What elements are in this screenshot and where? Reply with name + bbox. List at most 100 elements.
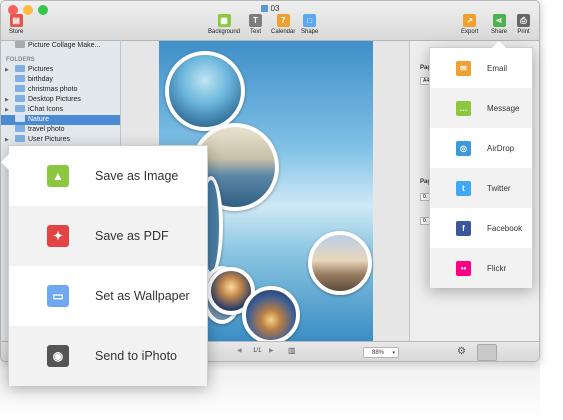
email-icon: ✉ bbox=[456, 60, 471, 76]
airdrop-icon: ◎ bbox=[456, 140, 471, 156]
stage: 03 ▤ Store ▦ Background T Text 7 Calenda… bbox=[0, 0, 563, 420]
folder-icon bbox=[15, 65, 25, 72]
sidebar-item-travel-photo[interactable]: travel photo bbox=[1, 125, 120, 135]
store-icon: ▤ bbox=[9, 14, 23, 27]
calendar-button[interactable]: 7 Calendar bbox=[271, 14, 295, 35]
text-icon: T bbox=[249, 14, 262, 27]
sidebar-item-ichat-icons[interactable]: ▶ iChat Icons bbox=[1, 105, 120, 115]
folders-header: FOLDERS bbox=[6, 57, 35, 63]
export-label: Export bbox=[461, 29, 479, 35]
folder-icon bbox=[15, 115, 25, 122]
share-button[interactable]: ⋖ Share bbox=[491, 14, 507, 35]
sidebar-item-label: christmas photo bbox=[28, 86, 78, 93]
sidebar-item-birthday[interactable]: birthday bbox=[1, 75, 120, 85]
save-menu: ▲ Save as Image ✦ Save as PDF ▭ Set as W… bbox=[1, 145, 208, 386]
sidebar-item-label: travel photo bbox=[28, 126, 65, 133]
save-as-image-label: Save as Image bbox=[95, 169, 179, 183]
sidebar-item-label: Pictures bbox=[28, 66, 54, 73]
sidebar-item-label: Picture Collage Make... bbox=[28, 42, 101, 49]
background-label: Background bbox=[208, 29, 241, 35]
list-view-button[interactable] bbox=[477, 344, 497, 361]
message-icon: … bbox=[456, 100, 471, 116]
share-airdrop-label: AirDrop bbox=[487, 143, 515, 153]
save-as-image-item[interactable]: ▲ Save as Image bbox=[9, 146, 207, 206]
pdf-icon: ✦ bbox=[47, 225, 69, 247]
share-email-label: Email bbox=[487, 63, 508, 73]
folder-icon bbox=[15, 85, 25, 92]
share-message-label: Message bbox=[487, 103, 520, 113]
share-twitter-label: Twitter bbox=[487, 183, 511, 193]
share-label: Share bbox=[491, 29, 508, 35]
disclosure-triangle-icon[interactable]: ▶ bbox=[5, 95, 9, 105]
share-email-item[interactable]: ✉ Email bbox=[430, 48, 532, 88]
export-button[interactable]: ↗ Export bbox=[461, 14, 478, 35]
zoom-value: 88% bbox=[372, 350, 385, 356]
share-twitter-item[interactable]: t Twitter bbox=[430, 168, 532, 208]
twitter-icon: t bbox=[456, 180, 471, 196]
shape-button[interactable]: □ Shape bbox=[301, 14, 318, 35]
flickr-icon: •• bbox=[456, 260, 471, 276]
photo-circle-lake[interactable] bbox=[165, 51, 245, 131]
share-flickr-label: Flickr bbox=[487, 263, 507, 273]
send-to-iphoto-item[interactable]: ◉ Send to iPhoto bbox=[9, 326, 207, 386]
sidebar-item-nature[interactable]: Nature bbox=[1, 115, 120, 125]
save-as-pdf-item[interactable]: ✦ Save as PDF bbox=[9, 206, 207, 266]
text-label: Text bbox=[249, 29, 261, 35]
save-as-pdf-label: Save as PDF bbox=[95, 229, 169, 243]
set-as-wallpaper-item[interactable]: ▭ Set as Wallpaper bbox=[9, 266, 207, 326]
window-title: 03 bbox=[1, 4, 539, 13]
export-icon: ↗ bbox=[463, 14, 477, 27]
photo-circle-harbor[interactable] bbox=[242, 286, 300, 344]
shape-icon: □ bbox=[303, 14, 317, 27]
print-button[interactable]: ⎙ Print bbox=[517, 14, 530, 35]
background-button[interactable]: ▦ Background bbox=[208, 14, 240, 35]
disclosure-triangle-icon[interactable]: ▶ bbox=[5, 105, 9, 115]
text-button[interactable]: T Text bbox=[249, 14, 262, 35]
next-page-icon[interactable]: ▶ bbox=[269, 347, 274, 354]
sidebar-item-pictures[interactable]: ▶ Pictures bbox=[1, 65, 120, 75]
share-flickr-item[interactable]: •• Flickr bbox=[430, 248, 532, 288]
folder-icon bbox=[15, 75, 25, 82]
document-icon bbox=[260, 5, 268, 12]
shape-label: Shape bbox=[301, 29, 319, 35]
folder-icon bbox=[15, 125, 25, 132]
previous-page-icon[interactable]: ◀ bbox=[237, 347, 242, 354]
share-icon: ⋖ bbox=[492, 14, 506, 27]
folder-icon bbox=[15, 105, 25, 112]
chevron-down-icon: ▾ bbox=[392, 350, 395, 356]
sidebar-item-christmas-photo[interactable]: christmas photo bbox=[1, 85, 120, 95]
disclosure-triangle-icon[interactable]: ▶ bbox=[5, 65, 9, 75]
book-icon[interactable]: ▥ bbox=[288, 346, 296, 355]
window-title-text: 03 bbox=[270, 4, 280, 13]
print-label: Print bbox=[517, 29, 530, 35]
app-icon bbox=[15, 41, 25, 48]
facebook-icon: f bbox=[456, 220, 471, 236]
zoom-select[interactable]: 88% ▾ bbox=[363, 347, 399, 358]
calendar-icon-glyph: 7 bbox=[280, 16, 286, 25]
page-indicator: 1/1 bbox=[253, 348, 262, 354]
set-as-wallpaper-label: Set as Wallpaper bbox=[95, 289, 190, 303]
share-facebook-item[interactable]: f Facebook bbox=[430, 208, 532, 248]
sidebar-item-user-pictures[interactable]: ▶ User Pictures bbox=[1, 135, 120, 145]
image-icon: ▲ bbox=[47, 165, 69, 187]
sidebar-item-label: Nature bbox=[28, 116, 50, 123]
folder-icon bbox=[15, 95, 25, 102]
sidebar-item-label: birthday bbox=[28, 76, 53, 83]
sidebar-item-picture-collage-maker[interactable]: Picture Collage Make... bbox=[1, 41, 120, 51]
share-message-item[interactable]: … Message bbox=[430, 88, 532, 128]
disclosure-triangle-icon[interactable]: ▶ bbox=[5, 135, 9, 145]
calendar-icon: 7 bbox=[276, 14, 290, 27]
store-button[interactable]: ▤ Store bbox=[9, 14, 23, 35]
folder-icon bbox=[15, 135, 25, 142]
toolbar: 03 ▤ Store ▦ Background T Text 7 Calenda… bbox=[1, 1, 539, 41]
sidebar-item-label: Desktop Pictures bbox=[28, 96, 81, 103]
sidebar-item-label: iChat Icons bbox=[28, 106, 64, 113]
store-label: Store bbox=[9, 29, 24, 35]
sidebar-item-desktop-pictures[interactable]: ▶ Desktop Pictures bbox=[1, 95, 120, 105]
share-facebook-label: Facebook bbox=[487, 223, 523, 233]
share-airdrop-item[interactable]: ◎ AirDrop bbox=[430, 128, 532, 168]
gear-icon[interactable]: ⚙ bbox=[457, 346, 466, 357]
monitor-icon: ▭ bbox=[47, 285, 69, 307]
calendar-label: Calendar bbox=[271, 29, 296, 35]
photo-circle-railway[interactable] bbox=[308, 231, 372, 295]
